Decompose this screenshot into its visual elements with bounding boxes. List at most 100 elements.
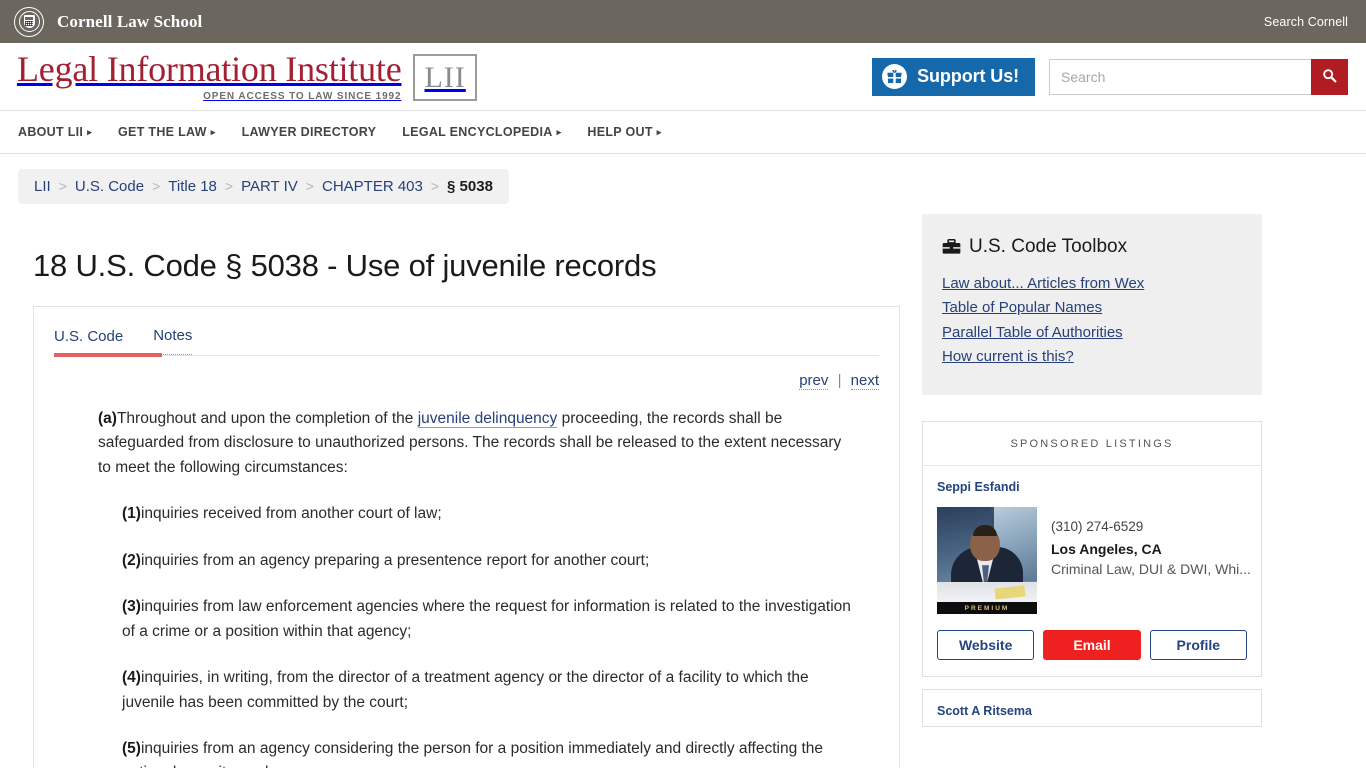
cornell-top-bar: Cornell Law School Search Cornell xyxy=(0,0,1366,43)
tab-us-code[interactable]: U.S. Code xyxy=(54,328,123,355)
breadcrumb-separator: > xyxy=(224,178,234,194)
chevron-right-icon: ▸ xyxy=(656,126,662,137)
toolbox-link-how-current[interactable]: How current is this? xyxy=(942,345,1242,369)
breadcrumb-current: § 5038 xyxy=(447,178,493,195)
toolbox-link-law-about-wex[interactable]: Law about... Articles from Wex xyxy=(942,272,1242,296)
paragraph-text: inquiries, in writing, from the director… xyxy=(122,669,809,711)
lii-abbrev-mark: LII xyxy=(413,54,478,101)
nav-item-help-out[interactable]: HELP OUT ▸ xyxy=(587,125,661,139)
document-tabs: U.S. Code Notes xyxy=(54,327,879,355)
breadcrumb-item-us-code[interactable]: U.S. Code xyxy=(75,178,144,195)
breadcrumb-item-title-18[interactable]: Title 18 xyxy=(168,178,217,195)
support-us-label: Support Us! xyxy=(917,66,1019,86)
cornell-seal-logo[interactable] xyxy=(14,6,44,37)
premium-badge: PREMIUM xyxy=(937,602,1037,615)
statute-text: (a)Throughout and upon the completion of… xyxy=(33,400,900,768)
listing-practice-areas: Criminal Law, DUI & DWI, Whi... xyxy=(1051,561,1251,578)
lii-logo-link[interactable]: Legal Information Institute OPEN ACCESS … xyxy=(17,49,478,102)
sponsored-listings-card: SPONSORED LISTINGS Seppi Esfandi PREMIUM xyxy=(922,421,1262,678)
search-cornell-link[interactable]: Search Cornell xyxy=(1264,15,1348,29)
breadcrumb-item-lii[interactable]: LII xyxy=(34,178,51,195)
lawyer-photo[interactable]: PREMIUM xyxy=(937,507,1037,615)
paragraph-text: inquiries received from another court of… xyxy=(140,505,442,523)
lii-title: Legal Information Institute xyxy=(17,49,402,89)
breadcrumb-separator: > xyxy=(305,178,314,194)
breadcrumb-separator: > xyxy=(430,178,440,194)
listing-city: Los Angeles, CA xyxy=(1051,541,1162,558)
page-body: 18 U.S. Code § 5038 - Use of juvenile re… xyxy=(0,204,1366,768)
toolbox-title-text: U.S. Code Toolbox xyxy=(969,236,1128,257)
sponsored-listing-2: Scott A Ritsema xyxy=(923,690,1261,726)
listing-lawyer-name[interactable]: Seppi Esfandi xyxy=(937,480,1247,494)
search-submit-button[interactable] xyxy=(1311,58,1348,95)
listing-actions: Website Email Profile xyxy=(937,630,1247,661)
chevron-right-icon: ▸ xyxy=(556,126,562,137)
prev-link[interactable]: prev xyxy=(799,371,829,390)
site-search xyxy=(1049,58,1348,95)
document-tabs-card: U.S. Code Notes prev | next xyxy=(33,305,900,401)
nav-item-get-the-law[interactable]: GET THE LAW ▸ xyxy=(118,125,216,139)
paragraph-text-before: Throughout and upon the completion of th… xyxy=(116,409,418,427)
search-icon xyxy=(1322,68,1337,86)
sponsored-listings-card-2: Scott A Ritsema xyxy=(922,689,1262,728)
paragraph-marker: (3) xyxy=(122,598,141,616)
toolbox-link-parallel-authorities[interactable]: Parallel Table of Authorities xyxy=(942,321,1242,345)
breadcrumb-item-part-iv[interactable]: PART IV xyxy=(241,178,298,195)
main-navigation: ABOUT LII ▸ GET THE LAW ▸ LAWYER DIRECTO… xyxy=(0,111,1366,154)
statute-paragraph-a: (a)Throughout and upon the completion of… xyxy=(54,407,879,480)
lii-tagline: OPEN ACCESS TO LAW SINCE 1992 xyxy=(203,91,402,102)
listing-phone[interactable]: (310) 274-6529 xyxy=(1051,519,1251,534)
cornell-law-school-title: Cornell Law School xyxy=(57,11,203,31)
masthead-actions: Support Us! xyxy=(872,57,1348,96)
main-content: 18 U.S. Code § 5038 - Use of juvenile re… xyxy=(18,204,900,768)
lii-masthead: Legal Information Institute OPEN ACCESS … xyxy=(0,43,1366,111)
breadcrumb-item-chapter-403[interactable]: CHAPTER 403 xyxy=(322,178,423,195)
listing-info: (310) 274-6529 Los Angeles, CA Criminal … xyxy=(1037,507,1251,614)
breadcrumb: LII > U.S. Code > Title 18 > PART IV > C… xyxy=(18,169,509,204)
next-link[interactable]: next xyxy=(850,371,879,390)
toolbox-heading: U.S. Code Toolbox xyxy=(942,236,1242,258)
paragraph-marker: (a) xyxy=(98,409,117,427)
nav-item-about-lii[interactable]: ABOUT LII ▸ xyxy=(18,125,92,139)
breadcrumb-separator: > xyxy=(58,178,67,194)
chevron-right-icon: ▸ xyxy=(210,126,216,137)
tabs-underline xyxy=(54,352,879,357)
sponsored-listing: Seppi Esfandi PREMIUM (310) 274-6529 Los… xyxy=(923,466,1261,676)
statute-paragraph-1: (1)inquiries received from another court… xyxy=(54,502,879,526)
statute-paragraph-2: (2)inquiries from an agency preparing a … xyxy=(54,549,879,573)
support-us-button[interactable]: Support Us! xyxy=(872,57,1035,96)
website-button[interactable]: Website xyxy=(937,630,1035,661)
email-button[interactable]: Email xyxy=(1043,630,1141,661)
paragraph-marker: (4) xyxy=(122,669,141,687)
cornell-seal-inner-ring xyxy=(18,11,40,32)
nav-item-legal-encyclopedia[interactable]: LEGAL ENCYCLOPEDIA ▸ xyxy=(402,125,561,139)
statute-paragraph-5: (5)inquiries from an agency considering … xyxy=(54,737,879,768)
photo-head xyxy=(970,525,1000,562)
tab-notes[interactable]: Notes xyxy=(153,327,193,355)
search-input[interactable] xyxy=(1049,58,1311,95)
gift-icon xyxy=(882,64,908,89)
sidebar: U.S. Code Toolbox Law about... Articles … xyxy=(922,204,1262,728)
nav-label-about-lii: ABOUT LII xyxy=(18,125,84,139)
listing-lawyer-name-2[interactable]: Scott A Ritsema xyxy=(937,704,1247,718)
nav-label-help-out: HELP OUT xyxy=(587,125,653,139)
paragraph-text: inquiries from law enforcement agencies … xyxy=(122,598,851,640)
paragraph-text: inquiries from an agency preparing a pre… xyxy=(140,551,650,569)
pager-divider: | xyxy=(837,371,842,389)
sponsored-listings-header: SPONSORED LISTINGS xyxy=(923,422,1261,467)
profile-button[interactable]: Profile xyxy=(1149,630,1247,661)
toolbox-links: Law about... Articles from Wex Table of … xyxy=(942,272,1242,369)
chevron-right-icon: ▸ xyxy=(87,126,93,137)
paragraph-text: inquiries from an agency considering the… xyxy=(122,740,824,768)
briefcase-icon xyxy=(942,238,961,255)
paragraph-marker: (2) xyxy=(122,551,141,569)
juvenile-delinquency-link[interactable]: juvenile delinquency xyxy=(417,409,558,428)
cornell-shield-icon xyxy=(23,15,35,28)
nav-label-lawyer-directory: LAWYER DIRECTORY xyxy=(241,125,377,139)
nav-item-lawyer-directory[interactable]: LAWYER DIRECTORY xyxy=(242,125,377,139)
us-code-toolbox: U.S. Code Toolbox Law about... Articles … xyxy=(922,214,1262,396)
nav-label-legal-encyclopedia: LEGAL ENCYCLOPEDIA xyxy=(402,125,553,139)
lii-wordmark-text: Legal Information Institute OPEN ACCESS … xyxy=(17,49,402,102)
toolbox-link-popular-names[interactable]: Table of Popular Names xyxy=(942,296,1242,320)
statute-paragraph-4: (4)inquiries, in writing, from the direc… xyxy=(54,666,879,715)
